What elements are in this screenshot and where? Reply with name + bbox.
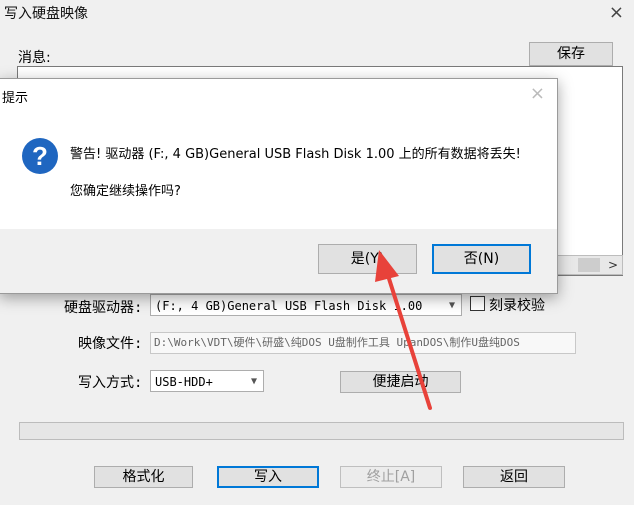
write-mode-value: USB-HDD+ — [155, 375, 213, 389]
image-file-label: 映像文件: — [78, 336, 143, 352]
close-icon[interactable]: × — [609, 2, 624, 23]
no-button[interactable]: 否(N) — [432, 244, 531, 274]
chevron-down-icon: ▼ — [448, 300, 455, 311]
confirm-dialog: 提示 × ? 警告! 驱动器 (F:, 4 GB)General USB Fla… — [0, 78, 558, 294]
scroll-right-icon[interactable]: > — [608, 256, 618, 274]
window-title: 写入硬盘映像 — [4, 6, 88, 22]
chevron-down-icon: ▼ — [250, 376, 257, 387]
write-button[interactable]: 写入 — [217, 466, 319, 488]
verify-label: 刻录校验 — [489, 298, 545, 314]
image-path-field[interactable]: D:\Work\VDT\硬件\研盛\纯DOS U盘制作工具 UpanDOS\制作… — [150, 332, 576, 354]
messages-label: 消息: — [18, 50, 51, 66]
abort-button[interactable]: 终止[A] — [340, 466, 442, 488]
drive-select-value: (F:, 4 GB)General USB Flash Disk 1.00 — [155, 299, 423, 313]
drive-select[interactable]: (F:, 4 GB)General USB Flash Disk 1.00 ▼ — [150, 294, 462, 316]
yes-button[interactable]: 是(Y) — [318, 244, 417, 274]
progress-bar — [19, 422, 624, 440]
write-mode-label: 写入方式: — [78, 375, 143, 391]
question-icon: ? — [22, 138, 58, 174]
write-mode-select[interactable]: USB-HDD+ ▼ — [150, 370, 264, 392]
back-button[interactable]: 返回 — [463, 466, 565, 488]
scrollbar-thumb[interactable] — [578, 258, 600, 272]
dialog-title: 提示 — [2, 91, 29, 106]
verify-checkbox[interactable] — [470, 296, 485, 311]
format-button[interactable]: 格式化 — [94, 466, 193, 488]
close-icon[interactable]: × — [530, 83, 545, 104]
confirm-message: 您确定继续操作吗? — [70, 184, 181, 199]
save-button[interactable]: 保存 — [529, 42, 613, 66]
warning-message: 警告! 驱动器 (F:, 4 GB)General USB Flash Disk… — [70, 147, 521, 162]
quick-boot-button[interactable]: 便捷启动 — [340, 371, 461, 393]
drive-label: 硬盘驱动器: — [64, 300, 143, 316]
